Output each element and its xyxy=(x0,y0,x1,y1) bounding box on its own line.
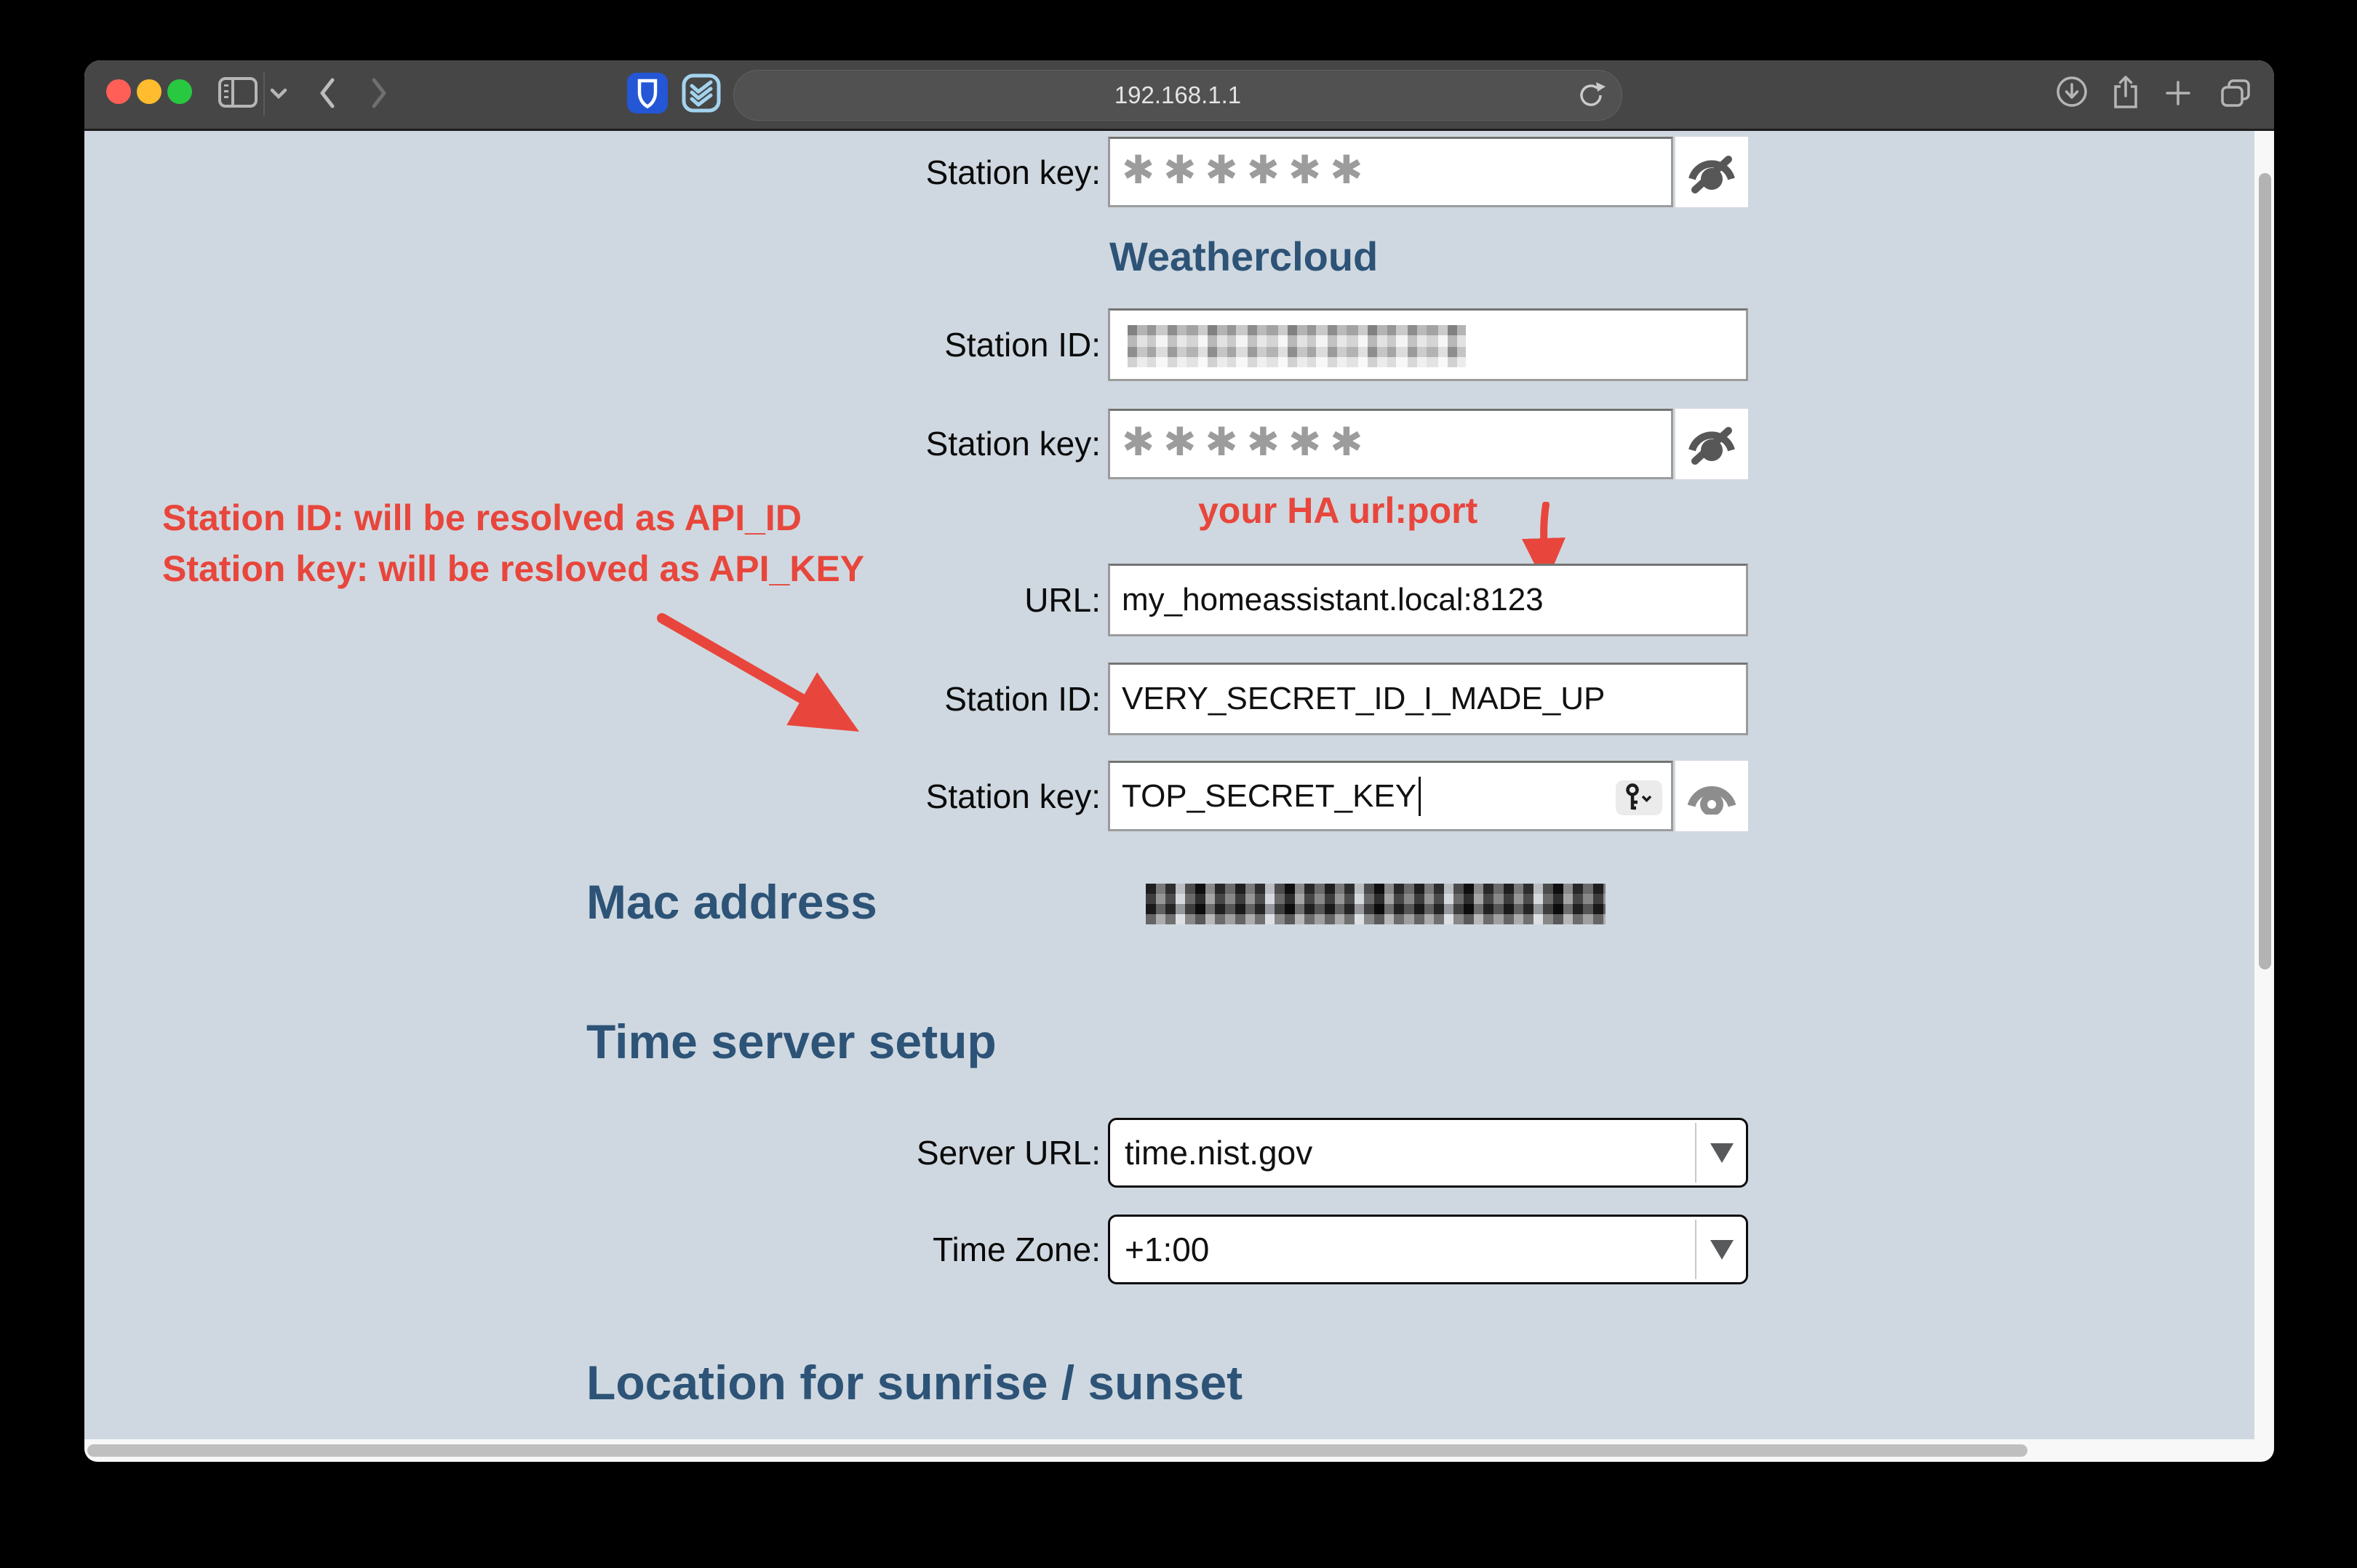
masked-password-text: ✱✱✱✱✱✱ xyxy=(1110,419,1371,465)
time-zone-label: Time Zone: xyxy=(84,1230,1101,1269)
station-key-input[interactable]: ✱✱✱✱✱✱ xyxy=(1108,409,1673,479)
server-url-select[interactable]: time.nist.gov xyxy=(1108,1118,1748,1188)
reload-icon[interactable] xyxy=(1576,81,1606,113)
reveal-password-button[interactable] xyxy=(1675,761,1748,831)
url-label: URL: xyxy=(84,580,1101,620)
horizontal-scrollbar[interactable] xyxy=(87,1444,2027,1457)
eye-slash-icon xyxy=(1688,421,1736,466)
select-divider xyxy=(1695,1123,1696,1183)
redacted-mac-value xyxy=(1146,884,1606,924)
redacted-value xyxy=(1128,325,1466,367)
checklist-extension-icon[interactable] xyxy=(682,73,721,113)
back-icon[interactable] xyxy=(317,76,338,110)
ha-url-note: your HA url:port xyxy=(1198,491,1477,530)
time-server-heading: Time server setup xyxy=(586,1014,997,1069)
address-bar[interactable]: 192.168.1.1 xyxy=(733,70,1622,121)
time-zone-value: +1:00 xyxy=(1110,1230,1209,1269)
server-url-label: Server URL: xyxy=(84,1133,1101,1172)
weathercloud-heading: Weathercloud xyxy=(1109,233,1378,280)
station-id-label: Station ID: xyxy=(84,325,1101,364)
station-id-label: Station ID: xyxy=(84,679,1101,719)
station-id-value: VERY_SECRET_ID_I_MADE_UP xyxy=(1110,681,1605,717)
form-row: Server URL: time.nist.gov xyxy=(84,1118,1748,1188)
annotation-line-1: Station ID: will be resolved as API_ID xyxy=(162,492,864,543)
key-autofill-icon[interactable] xyxy=(1616,780,1662,815)
download-icon[interactable] xyxy=(2056,76,2088,108)
tab-overview-icon[interactable] xyxy=(2220,79,2252,109)
station-id-input[interactable]: VERY_SECRET_ID_I_MADE_UP xyxy=(1108,663,1748,735)
browser-window: 192.168.1.1 xyxy=(84,60,2274,1462)
station-id-input[interactable] xyxy=(1108,308,1748,381)
form-row: Station key: ✱✱✱✱✱✱ xyxy=(84,407,1748,480)
forward-icon[interactable] xyxy=(369,76,389,110)
location-heading: Location for sunrise / sunset xyxy=(586,1355,1243,1410)
form-row: Station key: TOP_SECRET_KEY xyxy=(84,761,1748,831)
text-cursor xyxy=(1419,777,1421,816)
station-key-input[interactable]: ✱✱✱✱✱✱ xyxy=(1108,137,1673,207)
form-row: Station ID: VERY_SECRET_ID_I_MADE_UP xyxy=(84,663,1748,735)
page-content: Station key: ✱✱✱✱✱✱ Weathercloud Station… xyxy=(84,131,2254,1439)
sidebar-toggle-icon[interactable] xyxy=(218,76,258,109)
new-tab-icon[interactable] xyxy=(2163,79,2193,108)
masked-password-text: ✱✱✱✱✱✱ xyxy=(1110,147,1371,193)
url-value: my_homeassistant.local:8123 xyxy=(1110,582,1544,618)
station-key-value: TOP_SECRET_KEY xyxy=(1110,778,1416,815)
station-key-label: Station key: xyxy=(84,777,1101,816)
browser-toolbar: 192.168.1.1 xyxy=(84,60,2274,131)
station-key-input[interactable]: TOP_SECRET_KEY xyxy=(1108,761,1673,831)
form-row: URL: my_homeassistant.local:8123 xyxy=(84,564,1748,636)
select-divider xyxy=(1695,1220,1696,1279)
close-window-button[interactable] xyxy=(106,79,131,104)
zoom-window-button[interactable] xyxy=(167,79,192,104)
chevron-down-icon[interactable] xyxy=(269,87,288,100)
toolbar-divider xyxy=(263,72,265,116)
bitwarden-extension-icon[interactable] xyxy=(627,73,668,113)
eye-icon xyxy=(1688,778,1736,815)
mac-address-heading: Mac address xyxy=(586,874,877,929)
form-row: Station key: ✱✱✱✱✱✱ xyxy=(84,137,1748,207)
share-icon[interactable] xyxy=(2111,74,2140,111)
reveal-password-button[interactable] xyxy=(1675,137,1748,207)
eye-slash-icon xyxy=(1688,150,1736,195)
minimize-window-button[interactable] xyxy=(137,79,161,104)
time-zone-select[interactable]: +1:00 xyxy=(1108,1215,1748,1284)
station-key-label: Station key: xyxy=(84,424,1101,463)
dropdown-arrow-icon[interactable] xyxy=(1710,1240,1734,1260)
vertical-scrollbar[interactable] xyxy=(2259,173,2271,969)
station-key-label: Station key: xyxy=(84,153,1101,192)
reveal-password-button[interactable] xyxy=(1675,409,1748,479)
url-input[interactable]: my_homeassistant.local:8123 xyxy=(1108,564,1748,636)
form-row: Time Zone: +1:00 xyxy=(84,1215,1748,1284)
server-url-value: time.nist.gov xyxy=(1110,1133,1312,1172)
dropdown-arrow-icon[interactable] xyxy=(1710,1143,1734,1163)
form-row: Station ID: xyxy=(84,308,1748,381)
address-text: 192.168.1.1 xyxy=(1114,81,1241,109)
